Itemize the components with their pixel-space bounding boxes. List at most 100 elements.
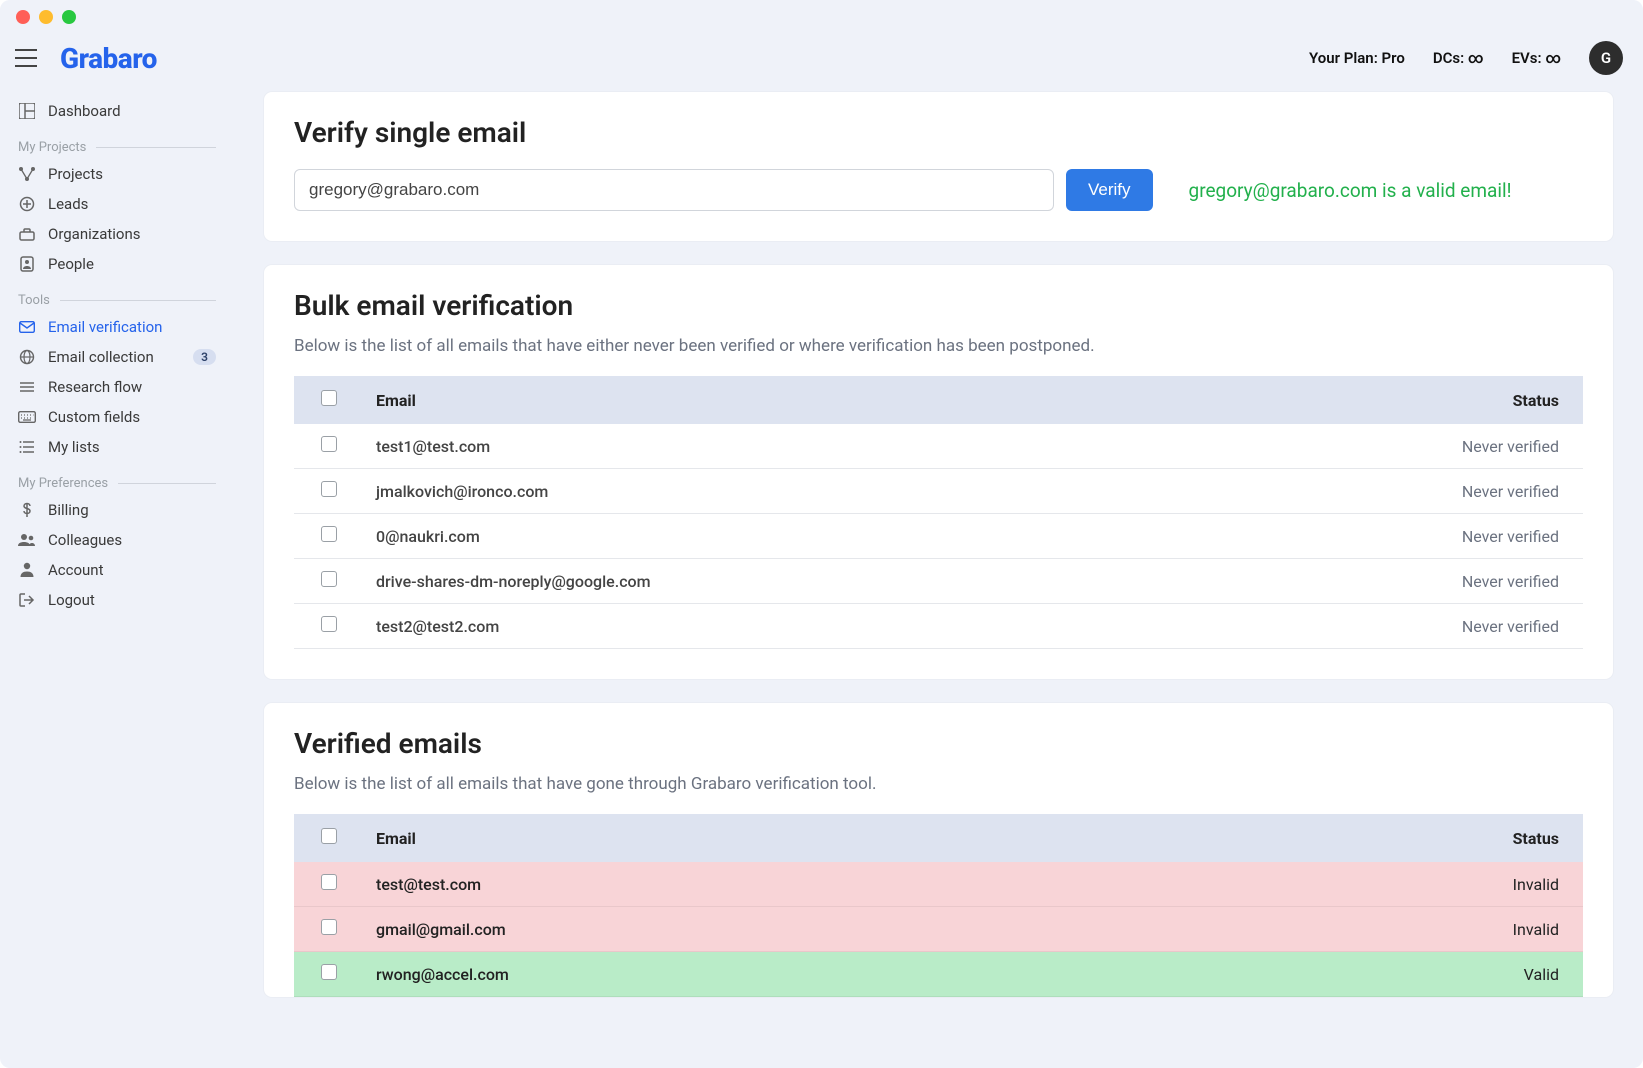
leads-icon [18, 196, 36, 212]
sidebar-section-preferences: My Preferences [10, 466, 224, 495]
colleagues-icon [18, 533, 36, 547]
account-icon [18, 562, 36, 578]
sidebar-item-label: Logout [48, 591, 95, 609]
sidebar-item-label: Email verification [48, 318, 162, 336]
dollar-icon [18, 502, 36, 518]
flow-icon [18, 380, 36, 394]
table-row: test1@test.com Never verified [294, 424, 1583, 469]
sidebar-item-logout[interactable]: Logout [10, 585, 224, 615]
logout-icon [18, 593, 36, 607]
row-checkbox[interactable] [321, 571, 337, 587]
sidebar: Dashboard My Projects Projects Leads [0, 82, 234, 1068]
sidebar-item-email-verification[interactable]: Email verification [10, 312, 224, 342]
row-email: test1@test.com [364, 424, 1207, 469]
table-row: rwong@accel.com Valid [294, 952, 1583, 997]
dcs-counter: DCs: ∞ [1433, 49, 1484, 67]
row-email: 0@naukri.com [364, 514, 1207, 559]
row-status: Invalid [1163, 907, 1583, 952]
bulk-col-status: Status [1207, 376, 1583, 424]
sidebar-item-organizations[interactable]: Organizations [10, 219, 224, 249]
table-row: 0@naukri.com Never verified [294, 514, 1583, 559]
projects-icon [18, 167, 36, 181]
sidebar-item-leads[interactable]: Leads [10, 189, 224, 219]
sidebar-section-tools: Tools [10, 283, 224, 312]
row-email: jmalkovich@ironco.com [364, 469, 1207, 514]
avatar[interactable]: G [1589, 41, 1623, 75]
verified-description: Below is the list of all emails that hav… [294, 774, 1583, 794]
envelope-icon [18, 321, 36, 333]
list-icon [18, 440, 36, 454]
verified-title: Verified emails [294, 727, 1583, 760]
verified-table: Email Status test@test.com Invalid gmail [294, 814, 1583, 997]
sidebar-item-label: Leads [48, 195, 88, 213]
row-checkbox[interactable] [321, 874, 337, 890]
row-status: Never verified [1207, 559, 1583, 604]
maximize-window-button[interactable] [62, 10, 76, 24]
topbar: Grabaro Your Plan: Pro DCs: ∞ EVs: ∞ G [0, 34, 1643, 82]
row-email: gmail@gmail.com [364, 907, 1163, 952]
email-collection-badge: 3 [193, 349, 216, 365]
verified-col-email: Email [364, 814, 1163, 862]
sidebar-item-label: Billing [48, 501, 89, 519]
row-checkbox[interactable] [321, 436, 337, 452]
bulk-select-all-checkbox[interactable] [321, 390, 337, 406]
verify-result-text: gregory@grabaro.com is a valid email! [1189, 179, 1512, 202]
row-email: rwong@accel.com [364, 952, 1163, 997]
table-row: gmail@gmail.com Invalid [294, 907, 1583, 952]
verify-single-card: Verify single email Verify gregory@graba… [264, 92, 1613, 241]
row-status: Never verified [1207, 469, 1583, 514]
row-status: Never verified [1207, 514, 1583, 559]
sidebar-item-label: People [48, 255, 94, 273]
bulk-table: Email Status test1@test.com Never verifi… [294, 376, 1583, 649]
sidebar-item-my-lists[interactable]: My lists [10, 432, 224, 462]
verify-single-title: Verify single email [294, 116, 1583, 149]
people-icon [18, 256, 36, 272]
minimize-window-button[interactable] [39, 10, 53, 24]
verify-email-input[interactable] [294, 169, 1054, 211]
row-checkbox[interactable] [321, 919, 337, 935]
sidebar-item-label: Research flow [48, 378, 142, 396]
sidebar-item-label: Projects [48, 165, 103, 183]
table-row: test@test.com Invalid [294, 862, 1583, 907]
close-window-button[interactable] [16, 10, 30, 24]
sidebar-item-colleagues[interactable]: Colleagues [10, 525, 224, 555]
row-checkbox[interactable] [321, 964, 337, 980]
bulk-verification-card: Bulk email verification Below is the lis… [264, 265, 1613, 679]
window-titlebar [0, 0, 1643, 34]
organizations-icon [18, 227, 36, 241]
sidebar-item-label: Email collection [48, 348, 154, 366]
main-content: Verify single email Verify gregory@graba… [234, 82, 1643, 1068]
verify-button[interactable]: Verify [1066, 169, 1153, 211]
sidebar-item-research-flow[interactable]: Research flow [10, 372, 224, 402]
row-status: Valid [1163, 952, 1583, 997]
sidebar-item-projects[interactable]: Projects [10, 159, 224, 189]
sidebar-item-account[interactable]: Account [10, 555, 224, 585]
row-checkbox[interactable] [321, 481, 337, 497]
sidebar-item-label: Custom fields [48, 408, 140, 426]
row-status: Never verified [1207, 604, 1583, 649]
app-logo[interactable]: Grabaro [60, 42, 157, 75]
sidebar-item-custom-fields[interactable]: Custom fields [10, 402, 224, 432]
row-checkbox[interactable] [321, 526, 337, 542]
sidebar-item-email-collection[interactable]: Email collection 3 [10, 342, 224, 372]
sidebar-item-billing[interactable]: Billing [10, 495, 224, 525]
dashboard-icon [18, 103, 36, 119]
row-email: test2@test2.com [364, 604, 1207, 649]
bulk-title: Bulk email verification [294, 289, 1583, 322]
row-email: test@test.com [364, 862, 1163, 907]
sidebar-item-people[interactable]: People [10, 249, 224, 279]
sidebar-item-label: Dashboard [48, 102, 121, 120]
globe-icon [18, 349, 36, 365]
keyboard-icon [18, 411, 36, 423]
row-status: Never verified [1207, 424, 1583, 469]
sidebar-item-label: My lists [48, 438, 100, 456]
sidebar-item-dashboard[interactable]: Dashboard [10, 96, 224, 126]
verified-col-status: Status [1163, 814, 1583, 862]
verified-emails-card: Verified emails Below is the list of all… [264, 703, 1613, 997]
verified-select-all-checkbox[interactable] [321, 828, 337, 844]
row-checkbox[interactable] [321, 616, 337, 632]
sidebar-item-label: Account [48, 561, 104, 579]
table-row: test2@test2.com Never verified [294, 604, 1583, 649]
row-status: Invalid [1163, 862, 1583, 907]
menu-toggle-button[interactable] [12, 44, 40, 72]
